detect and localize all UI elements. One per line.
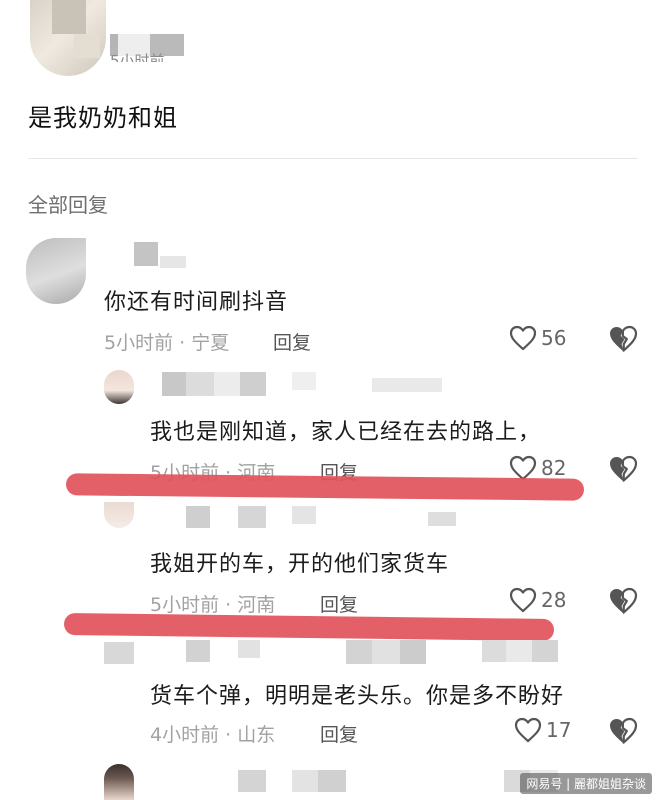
- reply-time-location: 4小时前 · 山东: [150, 724, 276, 746]
- heart-outline-icon: [509, 325, 537, 351]
- reply-button[interactable]: 回复: [320, 590, 358, 617]
- heart-outline-icon: [509, 587, 537, 613]
- like-button[interactable]: 28: [509, 587, 566, 613]
- broken-heart-icon: [608, 455, 638, 483]
- red-annotation-underline: [65, 473, 585, 501]
- dislike-button[interactable]: [608, 325, 638, 353]
- reply-time-location: 5小时前 · 河南: [150, 594, 276, 616]
- all-replies-header: 全部回复: [28, 193, 108, 217]
- reply-button[interactable]: 回复: [320, 720, 358, 747]
- broken-heart-icon: [608, 587, 638, 615]
- like-count: 28: [541, 588, 567, 612]
- reply-text: 你还有时间刷抖音: [104, 290, 289, 315]
- red-annotation-underline: [63, 613, 555, 641]
- reply-username-mosaic: [162, 372, 266, 396]
- reply-time-location: 5小时前 · 宁夏: [104, 332, 230, 354]
- reply-username-mosaic: [482, 640, 558, 662]
- reply-username-mosaic: [292, 372, 316, 390]
- like-count: 17: [546, 718, 572, 742]
- reply-username-mosaic: [160, 256, 186, 268]
- reply-username-mosaic: [428, 512, 456, 526]
- section-divider: [28, 158, 638, 159]
- reply-username-mosaic: [292, 506, 316, 524]
- reply-username-mosaic: [238, 506, 266, 528]
- broken-heart-icon: [608, 717, 638, 745]
- reply-username-mosaic: [346, 640, 426, 664]
- reply-username-mosaic: [238, 640, 260, 658]
- reply-username-mosaic: [186, 506, 210, 528]
- reply-text: 货车个弹，明明是老头乐。你是多不盼好: [150, 684, 565, 709]
- like-count: 56: [541, 326, 567, 350]
- like-button[interactable]: 17: [514, 717, 571, 743]
- broken-heart-icon: [608, 325, 638, 353]
- like-count: 82: [541, 456, 567, 480]
- post-time: 5小时前: [110, 52, 165, 62]
- heart-outline-icon: [514, 717, 542, 743]
- reply-avatar[interactable]: [104, 502, 134, 528]
- reply-username-mosaic: [134, 242, 158, 266]
- like-button[interactable]: 56: [509, 325, 566, 351]
- source-watermark: 网易号 | 麗都姐姐杂谈: [520, 773, 652, 794]
- reply-text: 我也是刚知道，家人已经在去的路上，: [150, 420, 542, 445]
- reply-avatar[interactable]: [104, 370, 134, 404]
- reply-username-mosaic: [238, 770, 266, 792]
- dislike-button[interactable]: [608, 587, 638, 615]
- dislike-button[interactable]: [608, 717, 638, 745]
- post-comment-text: 是我奶奶和姐: [28, 104, 178, 132]
- reply-avatar-mosaic[interactable]: [104, 642, 134, 664]
- reply-avatar[interactable]: [26, 238, 86, 304]
- reply-text: 我姐开的车，开的他们家货车: [150, 552, 450, 577]
- reply-button[interactable]: 回复: [273, 328, 311, 355]
- reply-username-mosaic: [186, 640, 210, 662]
- reply-username-mosaic: [292, 770, 346, 792]
- post-author-avatar[interactable]: [30, 0, 106, 76]
- reply-avatar[interactable]: [104, 764, 134, 800]
- reply-username-mosaic: [372, 378, 442, 392]
- dislike-button[interactable]: [608, 455, 638, 483]
